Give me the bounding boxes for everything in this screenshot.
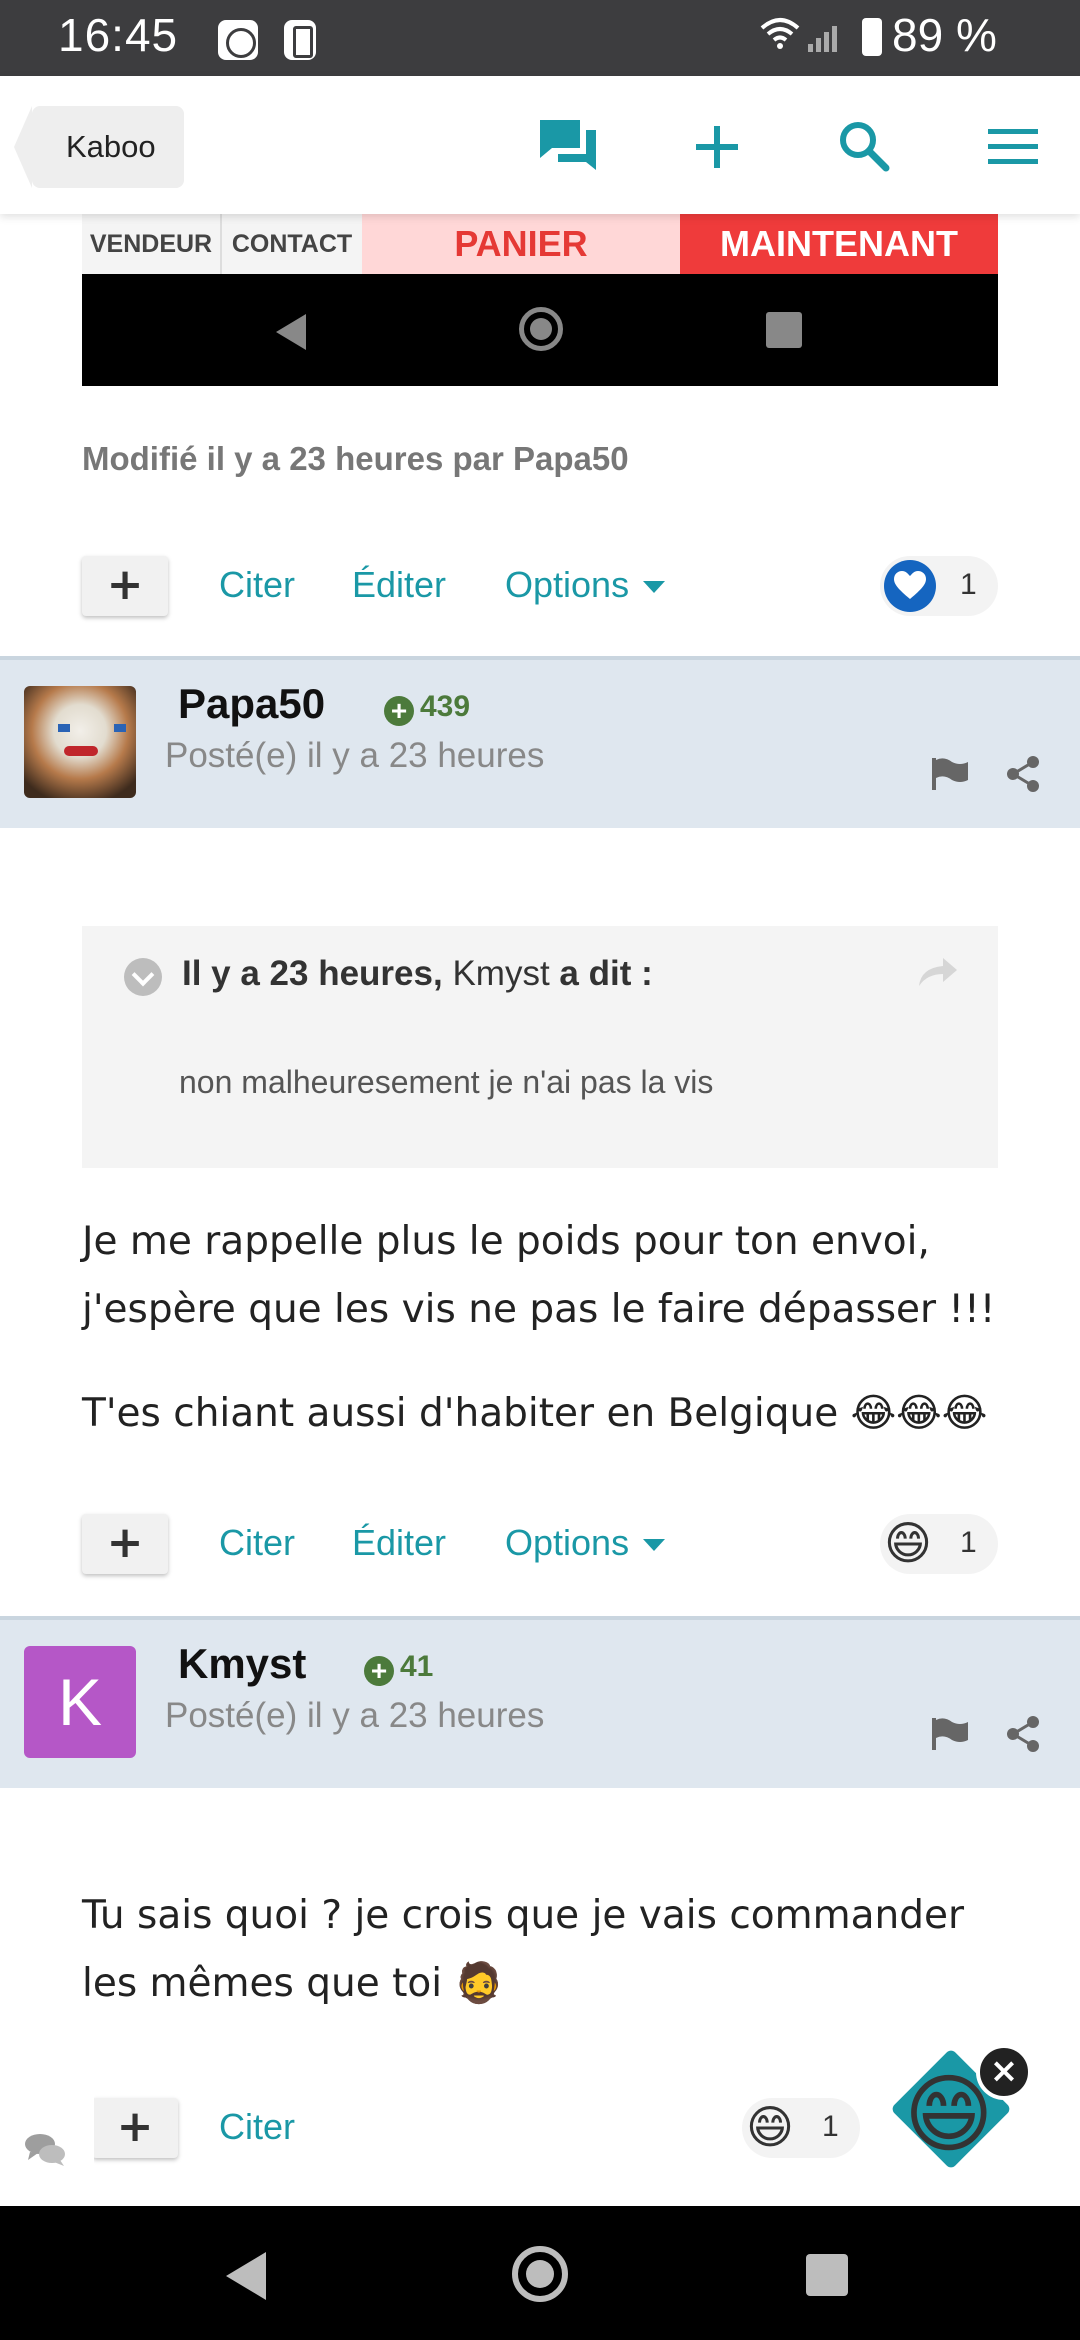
quote-citation: Il y a 23 heures, Kmyst a dit : bbox=[182, 954, 653, 993]
options-dropdown[interactable]: Options bbox=[505, 1522, 666, 1564]
reaction-button[interactable]: 1 bbox=[880, 556, 998, 616]
status-bar: 16:45 89 % bbox=[0, 0, 1080, 76]
multiquote-button[interactable]: + bbox=[82, 556, 168, 616]
post-image[interactable]: VENDEUR CONTACT PANIER MAINTENANT bbox=[82, 214, 998, 386]
reputation-badge: +41 bbox=[364, 1650, 433, 1686]
options-dropdown[interactable]: Options bbox=[505, 564, 666, 606]
heart-icon bbox=[884, 560, 936, 612]
caret-down-icon bbox=[643, 1539, 666, 1552]
clock: 16:45 bbox=[58, 9, 179, 61]
home-icon[interactable] bbox=[512, 2246, 568, 2302]
hamburger-menu-icon[interactable] bbox=[978, 112, 1048, 182]
reputation-badge: +439 bbox=[384, 690, 470, 726]
recents-icon[interactable] bbox=[806, 2254, 848, 2296]
post-line: Tu sais quoi ? je crois que je vais comm… bbox=[82, 1893, 965, 1938]
reaction-count: 1 bbox=[960, 1526, 977, 1559]
plus-circle-icon: + bbox=[364, 1656, 394, 1686]
image-label-vendeur: VENDEUR bbox=[82, 214, 222, 274]
system-nav-bar bbox=[0, 2206, 1080, 2340]
post-timestamp[interactable]: Posté(e) il y a 23 heures bbox=[165, 736, 544, 776]
edit-note: Modifié il y a 23 heures par Papa50 bbox=[82, 440, 629, 477]
flag-icon[interactable] bbox=[930, 756, 970, 792]
image-back-icon bbox=[276, 314, 306, 350]
post-line: Je me rappelle plus le poids pour ton en… bbox=[82, 1219, 930, 1264]
reaction-count: 1 bbox=[822, 2110, 839, 2143]
mi-notification-icon bbox=[218, 20, 258, 60]
author-name[interactable]: Kmyst bbox=[178, 1640, 306, 1688]
quote-link[interactable]: Citer bbox=[219, 2106, 295, 2148]
image-label-panier: PANIER bbox=[362, 214, 680, 274]
go-to-quoted-post-icon[interactable] bbox=[917, 954, 959, 990]
laugh-emoji-icon: 😄 bbox=[884, 1516, 932, 1570]
quote-block: Il y a 23 heures, Kmyst a dit : non malh… bbox=[82, 926, 998, 1168]
post-body: Tu sais quoi ? je crois que je vais comm… bbox=[82, 1882, 964, 2018]
post-actions: + Citer Éditer Options 😄 1 bbox=[0, 1514, 1080, 1584]
chat-bubbles-button[interactable] bbox=[0, 2070, 94, 2210]
battery-icon bbox=[862, 18, 882, 56]
plus-icon[interactable] bbox=[682, 112, 752, 182]
quote-text: non malheuresement je n'ai pas la vis bbox=[179, 1064, 714, 1100]
back-icon[interactable] bbox=[226, 2252, 266, 2300]
post-actions: + Citer Éditer Options 1 bbox=[0, 556, 1080, 626]
post-line: T'es chiant aussi d'habiter en Belgique … bbox=[82, 1391, 988, 1436]
author-bar: Papa50 +439 Posté(e) il y a 23 heures bbox=[0, 656, 1080, 828]
reaction-button[interactable]: 😄 1 bbox=[880, 1514, 998, 1574]
avatar[interactable]: K bbox=[24, 1646, 136, 1758]
edit-link[interactable]: Éditer bbox=[352, 1522, 446, 1564]
image-label-maintenant: MAINTENANT bbox=[680, 214, 998, 274]
edit-link[interactable]: Éditer bbox=[352, 564, 446, 606]
image-home-icon bbox=[519, 307, 563, 351]
chat-icon[interactable] bbox=[534, 112, 604, 182]
search-icon[interactable] bbox=[830, 112, 900, 182]
flag-icon[interactable] bbox=[930, 1716, 970, 1752]
app-header: Kaboo bbox=[0, 76, 1080, 214]
download-notification-icon bbox=[284, 20, 316, 60]
author-bar: K Kmyst +41 Posté(e) il y a 23 heures bbox=[0, 1616, 1080, 1788]
battery-level: 89 % bbox=[892, 9, 997, 61]
image-android-nav bbox=[82, 274, 998, 386]
chat-bubbles-icon bbox=[25, 2134, 65, 2166]
share-icon[interactable] bbox=[1005, 1714, 1041, 1754]
collapse-quote-icon[interactable] bbox=[124, 958, 162, 996]
reaction-button[interactable]: 😄 1 bbox=[742, 2098, 860, 2158]
avatar[interactable] bbox=[24, 686, 136, 798]
author-name[interactable]: Papa50 bbox=[178, 680, 325, 728]
quote-link[interactable]: Citer bbox=[219, 564, 295, 606]
wifi-icon bbox=[760, 18, 800, 49]
image-label-contact: CONTACT bbox=[222, 214, 362, 274]
caret-down-icon bbox=[643, 581, 666, 594]
quote-link[interactable]: Citer bbox=[219, 1522, 295, 1564]
breadcrumb-back-button[interactable]: Kaboo bbox=[14, 106, 184, 188]
image-shop-bar: VENDEUR CONTACT PANIER MAINTENANT bbox=[82, 214, 998, 274]
share-icon[interactable] bbox=[1005, 754, 1041, 794]
reaction-count: 1 bbox=[960, 568, 977, 601]
plus-circle-icon: + bbox=[384, 696, 414, 726]
post-line: j'espère que les vis ne pas le faire dép… bbox=[82, 1287, 996, 1332]
post-line: les mêmes que toi 🧔 bbox=[82, 1961, 504, 2006]
multiquote-button[interactable]: + bbox=[92, 2098, 178, 2158]
signal-icon bbox=[808, 22, 838, 52]
close-icon[interactable]: × bbox=[976, 2044, 1032, 2100]
laugh-emoji-icon: 😄 bbox=[746, 2100, 794, 2154]
multiquote-button[interactable]: + bbox=[82, 1514, 168, 1574]
image-recents-icon bbox=[766, 312, 802, 348]
post-timestamp[interactable]: Posté(e) il y a 23 heures bbox=[165, 1696, 544, 1736]
post-body: Je me rappelle plus le poids pour ton en… bbox=[82, 1208, 995, 1344]
